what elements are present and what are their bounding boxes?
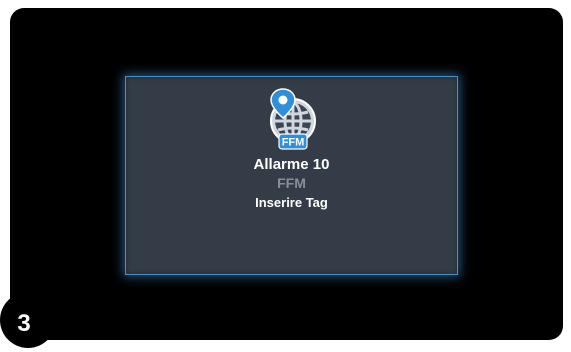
device-screen: FFM Allarme 10 FFM Inserire Tag [10, 8, 563, 340]
alarm-message: Inserire Tag [255, 195, 328, 210]
ffm-tag-label: FFM [282, 137, 305, 149]
ffm-globe-location-icon: FFM [261, 85, 323, 153]
alarm-title: Allarme 10 [253, 156, 330, 173]
device-frame: FFM Allarme 10 FFM Inserire Tag 3 [0, 0, 571, 348]
step-number-badge: 3 [0, 292, 56, 348]
step-number: 3 [17, 310, 31, 337]
alarm-dialog: FFM Allarme 10 FFM Inserire Tag [125, 76, 458, 275]
alarm-subtitle: FFM [277, 175, 306, 191]
